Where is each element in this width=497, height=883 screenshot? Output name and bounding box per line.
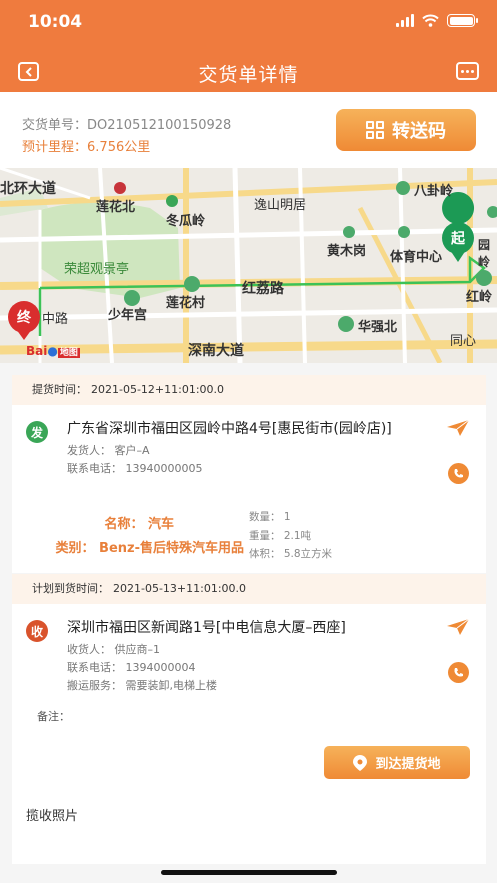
goods-quantity: 数量： 1 <box>249 511 291 523</box>
status-time: 10:04 <box>28 12 83 32</box>
shipper-name: 发货人： 客户–A <box>67 444 150 457</box>
map-label: 体育中心 <box>390 250 443 265</box>
route-map[interactable]: 北环大道 莲花北 冬瓜岭 逸山明居 八卦岭 黄木岗 体育中心 园岭 荣超观景亭 … <box>0 168 497 363</box>
mileage: 预计里程：6.756公里 <box>22 140 151 155</box>
map-label: 同心 <box>450 334 477 349</box>
qr-code-icon <box>366 121 384 139</box>
page-title: 交货单详情 <box>198 64 299 86</box>
end-marker[interactable]: 终 <box>14 307 34 327</box>
phone-icon <box>454 668 463 677</box>
phone-icon <box>454 469 463 478</box>
map-label: 荣超观景亭 <box>64 262 130 277</box>
receiver-phone: 联系电话： 1394000004 <box>67 661 196 674</box>
map-label: 黄木岗 <box>327 244 367 259</box>
map-label: 华强北 <box>358 320 398 335</box>
goods-weight: 重量： 2.1吨 <box>249 530 312 542</box>
delivery-address: 深圳市福田区新闻路1号[中电信息大厦–西座] <box>67 620 346 636</box>
top-bar: 10:04 交货单详情 <box>0 0 497 92</box>
delivery-card: 计划到货时间： 2021-05-13+11:01:00.0 收 深圳市福田区新闻路… <box>12 574 486 864</box>
map-label: 冬瓜岭 <box>166 214 206 229</box>
order-number: 交货单号：DO210512100150928 <box>22 118 232 133</box>
goods-name: 名称： 汽车 <box>104 517 174 532</box>
transfer-code-button[interactable]: 转送码 <box>336 109 476 151</box>
more-icon <box>461 69 464 73</box>
more-button[interactable] <box>456 62 479 80</box>
start-marker[interactable]: 起 <box>448 228 468 248</box>
map-label: 中路 <box>42 312 69 327</box>
battery-icon <box>447 14 478 27</box>
navigate-icon[interactable] <box>446 419 470 437</box>
call-shipper-button[interactable] <box>448 463 469 484</box>
shipper-phone: 联系电话： 13940000005 <box>67 462 203 475</box>
pickup-badge: 发 <box>26 421 48 443</box>
order-info: 交货单号：DO210512100150928 预计里程：6.756公里 转送码 <box>0 92 497 168</box>
map-label: 北环大道 <box>0 181 56 197</box>
status-icons <box>396 14 478 27</box>
map-label: 深南大道 <box>188 343 244 359</box>
map-label: 少年宫 <box>108 308 148 323</box>
pickup-time: 提货时间： 2021-05-12+11:01:00.0 <box>12 375 486 405</box>
delivery-badge: 收 <box>26 620 48 642</box>
arrive-pickup-button[interactable]: 到达提货地 <box>324 746 470 779</box>
pickup-address: 广东省深圳市福田区园岭中路4号[惠民街市(园岭店)] <box>67 421 392 437</box>
goods-volume: 体积： 5.8立方米 <box>249 548 333 560</box>
handling-service: 搬运服务： 需要装卸,电梯上楼 <box>67 679 217 692</box>
signal-icon <box>396 14 414 27</box>
goods-category: 类别： Benz-售后特殊汽车用品 <box>55 541 244 556</box>
delivery-time: 计划到货时间： 2021-05-13+11:01:00.0 <box>12 574 486 604</box>
pickup-photos-label: 揽收照片 <box>26 809 79 824</box>
navigate-icon[interactable] <box>446 618 470 636</box>
map-label: 园岭 <box>478 238 491 269</box>
map-label: 莲花村 <box>166 296 206 311</box>
map-label: 红岭 <box>466 290 493 305</box>
map-label: 红荔路 <box>242 281 284 297</box>
wifi-icon <box>422 14 439 27</box>
pickup-card: 提货时间： 2021-05-12+11:01:00.0 发 广东省深圳市福田区园岭… <box>12 375 486 573</box>
call-receiver-button[interactable] <box>448 662 469 683</box>
baidu-logo: Bai● 地图 <box>26 344 80 358</box>
home-indicator[interactable] <box>161 870 337 875</box>
map-label: 逸山明居 <box>254 198 307 213</box>
map-label: 八卦岭 <box>414 184 454 199</box>
map-label: 莲花北 <box>96 200 136 215</box>
receiver-name: 收货人： 供应商–1 <box>67 643 160 656</box>
location-pin-icon <box>353 754 368 771</box>
remark-label: 备注： <box>37 710 70 723</box>
